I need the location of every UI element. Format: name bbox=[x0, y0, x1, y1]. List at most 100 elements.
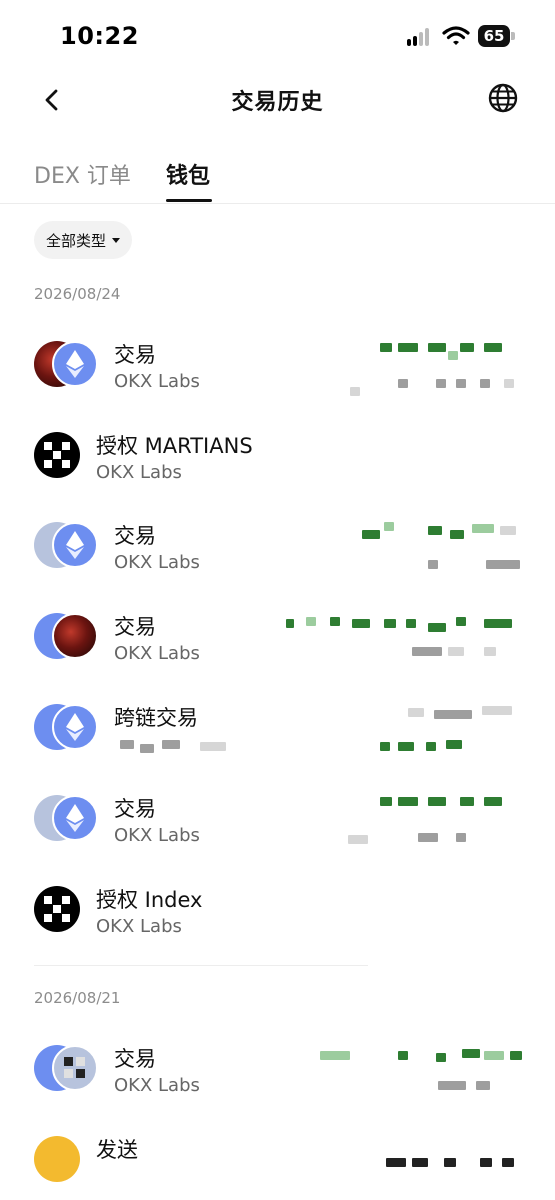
redacted-value bbox=[448, 647, 464, 656]
redacted-amount bbox=[462, 1049, 480, 1058]
tab-wallet[interactable]: 钱包 bbox=[166, 158, 210, 190]
transaction-row[interactable]: 交易 OKX Labs bbox=[0, 514, 555, 604]
redacted-value bbox=[476, 1081, 490, 1090]
nft-eth-pair-icon bbox=[34, 793, 98, 843]
redacted-amount bbox=[450, 530, 464, 539]
redacted-value bbox=[380, 742, 390, 751]
redacted-value bbox=[350, 387, 360, 396]
redacted-value bbox=[480, 379, 490, 388]
okx-logo-icon bbox=[34, 884, 98, 934]
transaction-title: 授权 MARTIANS bbox=[96, 434, 253, 458]
redacted-value bbox=[428, 560, 438, 569]
eth-nft-pair-icon bbox=[34, 1043, 98, 1093]
redacted-amount bbox=[286, 619, 294, 628]
header: 交易历史 bbox=[0, 72, 555, 128]
transaction-subtitle: OKX Labs bbox=[96, 462, 182, 483]
redacted-value bbox=[436, 379, 446, 388]
status-bar: 10:22 65 bbox=[0, 0, 555, 70]
transaction-row[interactable]: 交易 OKX Labs bbox=[0, 787, 555, 877]
redacted-address bbox=[120, 740, 134, 749]
bnb-icon bbox=[34, 1134, 98, 1184]
redacted-amount bbox=[428, 797, 446, 806]
redacted-amount bbox=[406, 619, 416, 628]
transaction-row[interactable]: 交易 OKX Labs bbox=[0, 333, 555, 423]
redacted-value bbox=[484, 647, 496, 656]
redacted-value bbox=[398, 742, 414, 751]
redacted-amount bbox=[444, 1158, 456, 1167]
redacted-value bbox=[504, 379, 514, 388]
redacted-amount bbox=[460, 797, 474, 806]
type-filter-dropdown[interactable]: 全部类型 bbox=[34, 221, 133, 259]
battery-icon: 65 bbox=[478, 25, 510, 47]
redacted-amount bbox=[380, 797, 392, 806]
eth-nft-pair-icon bbox=[34, 611, 98, 661]
redacted-amount bbox=[484, 797, 502, 806]
redacted-amount bbox=[362, 530, 380, 539]
redacted-amount bbox=[510, 1051, 522, 1060]
redacted-amount bbox=[482, 706, 512, 715]
redacted-value bbox=[348, 835, 368, 844]
redacted-amount bbox=[460, 343, 474, 352]
redacted-value bbox=[456, 379, 466, 388]
transaction-row[interactable]: 交易 OKX Labs bbox=[0, 605, 555, 695]
transaction-subtitle: OKX Labs bbox=[114, 371, 200, 392]
redacted-amount bbox=[484, 619, 512, 628]
redacted-value bbox=[412, 647, 442, 656]
redacted-amount bbox=[428, 623, 446, 632]
redacted-amount bbox=[428, 343, 446, 352]
transaction-title: 交易 bbox=[114, 343, 156, 367]
transaction-subtitle: OKX Labs bbox=[114, 825, 200, 846]
redacted-amount bbox=[384, 619, 396, 628]
date-header: 2026/08/21 bbox=[34, 989, 121, 1007]
transaction-row[interactable]: 跨链交易 bbox=[0, 696, 555, 786]
transaction-title: 交易 bbox=[114, 797, 156, 821]
redacted-amount bbox=[484, 1051, 504, 1060]
redacted-amount bbox=[434, 710, 472, 719]
transaction-row[interactable]: 交易 OKX Labs bbox=[0, 1037, 555, 1127]
redacted-value bbox=[456, 833, 466, 842]
tab-dex-orders[interactable]: DEX 订单 bbox=[34, 158, 131, 190]
transaction-row[interactable]: 发送 bbox=[0, 1128, 555, 1200]
transaction-subtitle: OKX Labs bbox=[114, 643, 200, 664]
wifi-icon bbox=[442, 26, 470, 45]
redacted-amount bbox=[386, 1158, 406, 1167]
battery-tip bbox=[511, 32, 515, 40]
redacted-amount bbox=[502, 1158, 514, 1167]
redacted-amount bbox=[380, 343, 392, 352]
transaction-subtitle: OKX Labs bbox=[114, 1075, 200, 1096]
redacted-value bbox=[418, 833, 438, 842]
transaction-row[interactable]: 授权 Index OKX Labs bbox=[0, 878, 555, 968]
section-divider bbox=[34, 965, 368, 966]
transaction-title: 跨链交易 bbox=[114, 706, 198, 730]
status-time: 10:22 bbox=[60, 22, 139, 50]
redacted-address bbox=[200, 742, 226, 751]
active-tab-indicator bbox=[166, 199, 212, 202]
redacted-amount bbox=[306, 617, 316, 626]
redacted-amount bbox=[398, 1051, 408, 1060]
redacted-amount bbox=[448, 351, 458, 360]
signal-icon bbox=[407, 28, 435, 46]
type-filter-label: 全部类型 bbox=[46, 231, 107, 250]
redacted-value bbox=[426, 742, 436, 751]
redacted-amount bbox=[500, 526, 516, 535]
transaction-row[interactable]: 授权 MARTIANS OKX Labs bbox=[0, 424, 555, 514]
okx-logo-icon bbox=[34, 430, 98, 480]
transaction-subtitle: OKX Labs bbox=[114, 552, 200, 573]
redacted-amount bbox=[330, 617, 340, 626]
globe-icon[interactable] bbox=[486, 81, 520, 115]
redacted-amount bbox=[398, 343, 418, 352]
redacted-value bbox=[398, 379, 408, 388]
eth-eth-pair-icon bbox=[34, 702, 98, 752]
redacted-amount bbox=[408, 708, 424, 717]
redacted-amount bbox=[472, 524, 494, 533]
transaction-title: 发送 bbox=[96, 1138, 138, 1162]
redacted-address bbox=[140, 744, 154, 753]
redacted-value bbox=[438, 1081, 466, 1090]
transaction-title: 授权 Index bbox=[96, 888, 203, 912]
transaction-title: 交易 bbox=[114, 1047, 156, 1071]
caret-down-icon bbox=[112, 237, 121, 243]
nft-eth-pair-icon bbox=[34, 520, 98, 570]
redacted-amount bbox=[456, 617, 466, 626]
transaction-title: 交易 bbox=[114, 524, 156, 548]
redacted-amount bbox=[428, 526, 442, 535]
